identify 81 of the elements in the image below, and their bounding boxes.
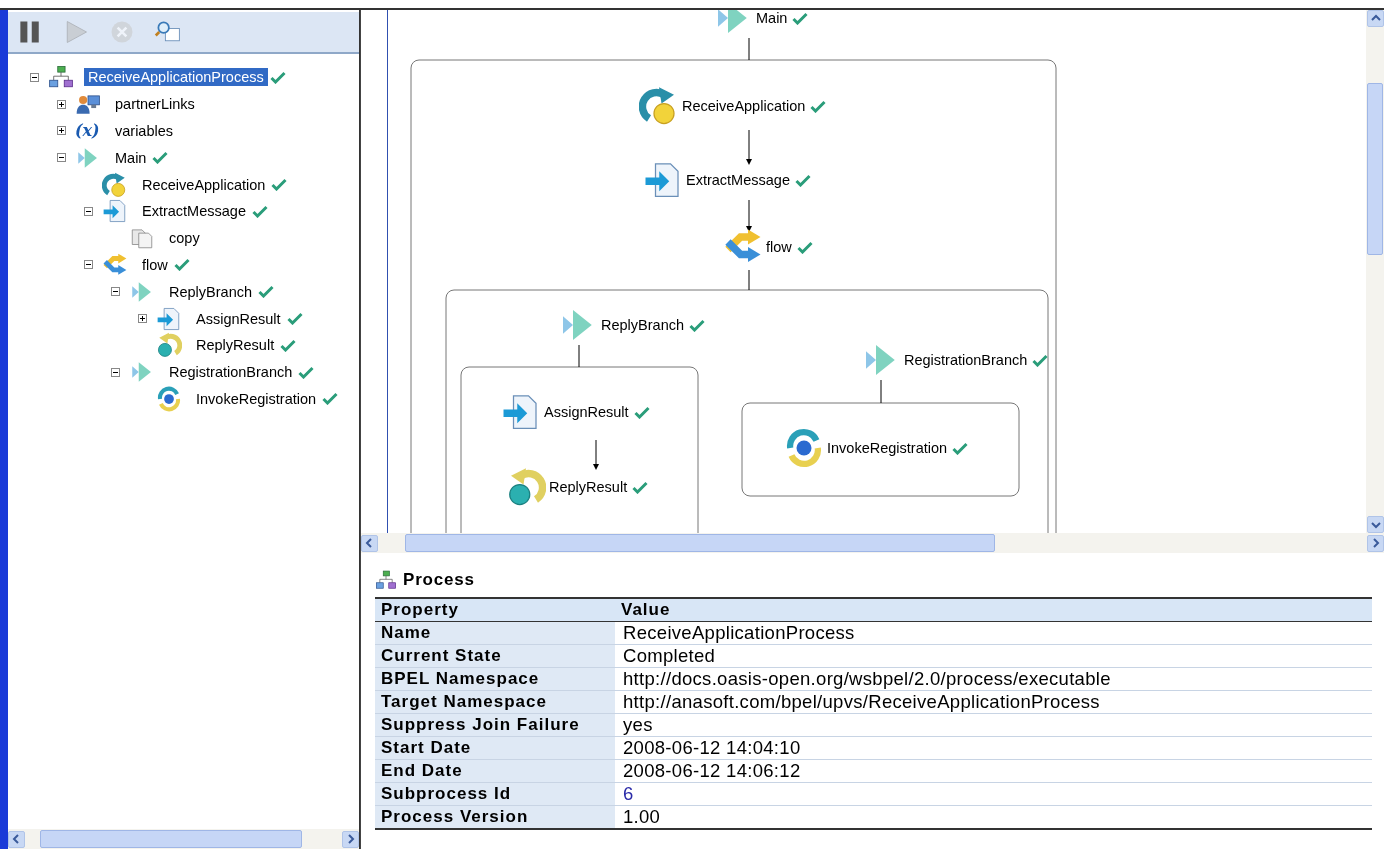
scrollbar[interactable] bbox=[8, 829, 359, 849]
value-cell: yes bbox=[615, 713, 1372, 737]
tree-item[interactable]: ReplyResult bbox=[192, 336, 279, 355]
tree-item[interactable]: variables bbox=[111, 122, 178, 140]
property-cell: Suppress Join Failure bbox=[375, 713, 615, 737]
expand-toggle[interactable] bbox=[57, 99, 66, 109]
property-cell: End Date bbox=[375, 759, 615, 783]
tree-item[interactable]: ExtractMessage bbox=[138, 202, 250, 221]
expand-toggle[interactable] bbox=[138, 314, 147, 324]
activity-label[interactable]: ReceiveApplication bbox=[682, 98, 806, 114]
scrollbar-thumb[interactable] bbox=[40, 830, 302, 848]
value-cell: Completed bbox=[615, 644, 1372, 668]
tree-item[interactable]: copy bbox=[165, 229, 204, 248]
expand-toggle[interactable] bbox=[57, 126, 66, 136]
tree-item[interactable]: ReceiveApplicationProcess bbox=[84, 68, 268, 87]
property-cell: Current State bbox=[375, 644, 615, 668]
tree-item[interactable]: Main bbox=[111, 148, 151, 167]
circular-arrows-icon bbox=[156, 385, 182, 412]
value-cell: http://anasoft.com/bpel/upvs/ReceiveApplicationProcess bbox=[615, 690, 1372, 714]
tree-item[interactable]: partnerLinks bbox=[111, 95, 199, 114]
activity-label[interactable]: ExtractMessage bbox=[686, 172, 790, 188]
expand-toggle[interactable] bbox=[84, 206, 93, 216]
column-header: Value bbox=[615, 598, 1372, 622]
hierarchy-icon bbox=[375, 569, 397, 591]
scroll-right-button[interactable] bbox=[342, 830, 359, 848]
scrollbar[interactable] bbox=[1366, 10, 1384, 533]
value-cell: 2008-06-12 14:04:10 bbox=[615, 736, 1372, 760]
activity-label[interactable]: ReplyBranch bbox=[601, 317, 684, 333]
value-cell: 2008-06-12 14:06:12 bbox=[615, 759, 1372, 783]
tree-item[interactable]: InvokeRegistration bbox=[192, 389, 321, 408]
expand-toggle[interactable] bbox=[57, 153, 66, 163]
expand-toggle[interactable] bbox=[111, 287, 120, 297]
value-cell: 1.00 bbox=[615, 805, 1372, 829]
document-arrow-icon bbox=[156, 305, 182, 332]
scrollbar-thumb[interactable] bbox=[1367, 83, 1383, 255]
property-cell: Start Date bbox=[375, 736, 615, 760]
circular-arrows-icon bbox=[784, 428, 824, 468]
tree-item[interactable]: RegistrationBranch bbox=[165, 363, 297, 382]
arrow bbox=[593, 439, 599, 470]
connector-line bbox=[578, 344, 580, 368]
expand-toggle[interactable] bbox=[84, 260, 93, 270]
property-cell: BPEL Namespace bbox=[375, 667, 615, 691]
property-cell: Target Namespace bbox=[375, 690, 615, 714]
activity-label[interactable]: ReplyResult bbox=[549, 479, 628, 495]
scroll-down-button[interactable] bbox=[1366, 516, 1384, 533]
variable-icon: (x) bbox=[75, 121, 100, 141]
value-cell: ReceiveApplicationProcess bbox=[615, 621, 1372, 645]
crossed-arrows-icon bbox=[102, 251, 128, 278]
tree-item[interactable]: flow bbox=[138, 255, 172, 274]
curved-arrow-icon bbox=[156, 332, 182, 359]
property-cell: Process Version bbox=[375, 805, 615, 829]
scroll-right-button[interactable] bbox=[1367, 534, 1384, 552]
connector-line bbox=[748, 269, 750, 291]
value-cell: http://docs.oasis-open.org/wsbpel/2.0/process/executable bbox=[615, 667, 1372, 691]
activity-label[interactable]: InvokeRegistration bbox=[827, 440, 948, 456]
connector-line bbox=[748, 37, 750, 61]
activity-label[interactable]: AssignResult bbox=[544, 404, 629, 420]
activity-label[interactable]: RegistrationBranch bbox=[904, 352, 1028, 368]
tree-item[interactable]: AssignResult bbox=[192, 309, 285, 328]
expand-toggle[interactable] bbox=[111, 367, 120, 377]
scrollbar-thumb[interactable] bbox=[405, 534, 995, 552]
panel-title: Process bbox=[403, 570, 475, 590]
activity-label[interactable]: Main bbox=[756, 10, 788, 26]
arrow bbox=[746, 129, 752, 165]
scrollbar[interactable] bbox=[361, 533, 1384, 553]
curved-arrow-icon bbox=[102, 171, 128, 198]
activity-label[interactable]: flow bbox=[766, 239, 792, 255]
column-header: Property bbox=[375, 598, 615, 622]
arrow bbox=[746, 199, 752, 232]
connector-line bbox=[880, 379, 882, 404]
scroll-left-button[interactable] bbox=[361, 534, 378, 552]
curved-arrow-icon bbox=[506, 467, 546, 507]
property-cell: Subprocess Id bbox=[375, 782, 615, 806]
scroll-left-button[interactable] bbox=[8, 830, 25, 848]
tree-item[interactable]: ReceiveApplication bbox=[138, 175, 270, 194]
document-arrow-icon bbox=[102, 198, 128, 225]
tree-item[interactable]: ReplyBranch bbox=[165, 282, 256, 301]
subprocess-link[interactable]: 6 bbox=[623, 783, 634, 804]
property-cell: Name bbox=[375, 621, 615, 645]
expand-toggle[interactable] bbox=[30, 72, 39, 82]
scroll-up-button[interactable] bbox=[1366, 10, 1384, 27]
